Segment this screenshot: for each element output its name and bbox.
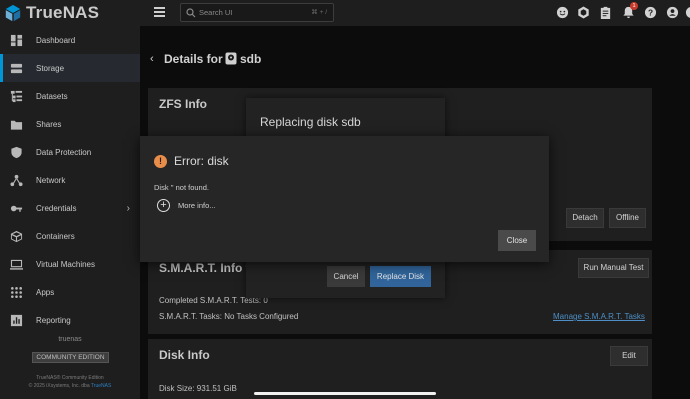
truenas-logo-icon bbox=[5, 4, 21, 22]
account-icon[interactable] bbox=[666, 6, 679, 19]
offline-button[interactable]: Offline bbox=[609, 208, 646, 228]
disk-name: sdb bbox=[240, 52, 262, 66]
monitor-icon bbox=[9, 257, 23, 271]
storage-icon bbox=[9, 61, 23, 75]
datasets-icon bbox=[9, 89, 23, 103]
brand-name: TrueNAS bbox=[26, 3, 100, 22]
hostname: truenas bbox=[58, 336, 82, 343]
sidebar-item-apps[interactable]: Apps bbox=[0, 278, 140, 306]
sidebar-item-label: Dashboard bbox=[36, 35, 76, 45]
containers-icon bbox=[9, 229, 23, 243]
menu-icon[interactable] bbox=[154, 7, 165, 18]
edition-badge: COMMUNITY EDITION bbox=[32, 352, 109, 363]
card-title: Disk Info bbox=[159, 348, 210, 362]
sidebar-item-label: Credentials bbox=[36, 203, 77, 213]
hard-disk-icon bbox=[225, 52, 237, 65]
sidebar-item-data-protection[interactable]: Data Protection bbox=[0, 138, 140, 166]
sidebar-item-credentials[interactable]: Credentials › bbox=[0, 194, 140, 222]
truenas-link[interactable]: TrueNAS bbox=[91, 383, 111, 389]
sidebar-item-label: Storage bbox=[36, 63, 65, 73]
run-manual-test-button[interactable]: Run Manual Test bbox=[578, 258, 649, 278]
back-button[interactable]: ‹ bbox=[150, 53, 154, 65]
card-title: S.M.A.R.T. Info fo bbox=[159, 261, 257, 275]
search-box[interactable]: ⌘ + / bbox=[180, 3, 334, 22]
error-message: Disk '' not found. bbox=[154, 183, 209, 192]
sidebar-item-storage[interactable]: Storage bbox=[0, 54, 140, 82]
sidebar-item-dashboard[interactable]: Dashboard bbox=[0, 26, 140, 54]
copyright-text: © 2025 iXsystems, Inc. dba bbox=[28, 383, 90, 389]
sidebar-item-label: Shares bbox=[36, 119, 62, 129]
sidebar-item-label: Data Protection bbox=[36, 147, 92, 157]
sidebar-item-label: Network bbox=[36, 175, 66, 185]
truecommand-icon[interactable] bbox=[577, 6, 590, 19]
svg-text:?: ? bbox=[648, 7, 653, 17]
search-shortcut: ⌘ + / bbox=[311, 9, 327, 16]
sidebar-item-label: Containers bbox=[36, 231, 75, 241]
jobs-icon[interactable] bbox=[599, 6, 612, 19]
copyright-line: TrueNAS® Community Edition bbox=[36, 375, 104, 381]
sidebar: TrueNAS Dashboard Storage Datasets Share… bbox=[0, 0, 140, 399]
detach-button[interactable]: Detach bbox=[566, 208, 604, 228]
sidebar-item-reporting[interactable]: Reporting bbox=[0, 306, 140, 334]
page-title: Details for bbox=[164, 52, 223, 66]
dashboard-icon bbox=[9, 33, 23, 47]
notifications-icon[interactable]: 1 bbox=[622, 2, 638, 19]
sidebar-item-datasets[interactable]: Datasets bbox=[0, 82, 140, 110]
sidebar-item-network[interactable]: Network bbox=[0, 166, 140, 194]
card-title: ZFS Info bbox=[159, 97, 207, 111]
sidebar-item-label: Datasets bbox=[36, 91, 68, 101]
brand[interactable]: TrueNAS bbox=[0, 0, 140, 26]
sidebar-item-shares[interactable]: Shares bbox=[0, 110, 140, 138]
notification-badge: 1 bbox=[630, 2, 638, 10]
sidebar-item-label: Apps bbox=[36, 287, 55, 297]
help-icon[interactable]: ? bbox=[644, 6, 657, 19]
search-icon bbox=[186, 8, 196, 18]
feedback-icon[interactable] bbox=[556, 6, 569, 19]
sidebar-item-containers[interactable]: Containers bbox=[0, 222, 140, 250]
key-icon bbox=[9, 201, 23, 215]
smart-tasks-text: S.M.A.R.T. Tasks: No Tasks Configured bbox=[159, 312, 299, 321]
shield-icon bbox=[9, 145, 23, 159]
shares-icon bbox=[9, 117, 23, 131]
disk-size-text: Disk Size: 931.51 GiB bbox=[159, 384, 237, 393]
dialog-title: Replacing disk sdb bbox=[260, 115, 361, 129]
replace-disk-button[interactable]: Replace Disk bbox=[370, 266, 431, 287]
error-title: Error: disk bbox=[174, 154, 229, 168]
sidebar-item-virtual-machines[interactable]: Virtual Machines bbox=[0, 250, 140, 278]
power-icon[interactable] bbox=[685, 6, 690, 19]
search-input[interactable] bbox=[199, 5, 309, 20]
edit-button[interactable]: Edit bbox=[610, 346, 648, 366]
add-circle-icon: + bbox=[157, 198, 170, 212]
copyright-line-2: © 2025 iXsystems, Inc. dba TrueNAS bbox=[0, 383, 140, 389]
home-indicator bbox=[254, 392, 436, 395]
close-button[interactable]: Close bbox=[498, 230, 536, 251]
cancel-button[interactable]: Cancel bbox=[327, 266, 365, 287]
more-info-toggle[interactable]: + More info... bbox=[157, 198, 216, 212]
network-icon bbox=[9, 173, 23, 187]
warning-icon: ! bbox=[154, 155, 167, 168]
topbar: ⌘ + / 1 ? bbox=[140, 0, 690, 26]
disk-info-card: Disk Info Edit Disk Size: 931.51 GiB bbox=[148, 339, 652, 399]
reporting-icon bbox=[9, 313, 23, 327]
error-dialog: ! Error: disk Disk '' not found. + More … bbox=[140, 136, 549, 262]
sidebar-item-label: Reporting bbox=[36, 315, 71, 325]
more-info-label: More info... bbox=[178, 200, 216, 210]
apps-icon bbox=[9, 285, 23, 299]
sidebar-item-label: Virtual Machines bbox=[36, 259, 95, 269]
chevron-right-icon: › bbox=[126, 202, 130, 214]
manage-smart-tasks-link[interactable]: Manage S.M.A.R.T. Tasks bbox=[553, 312, 645, 321]
